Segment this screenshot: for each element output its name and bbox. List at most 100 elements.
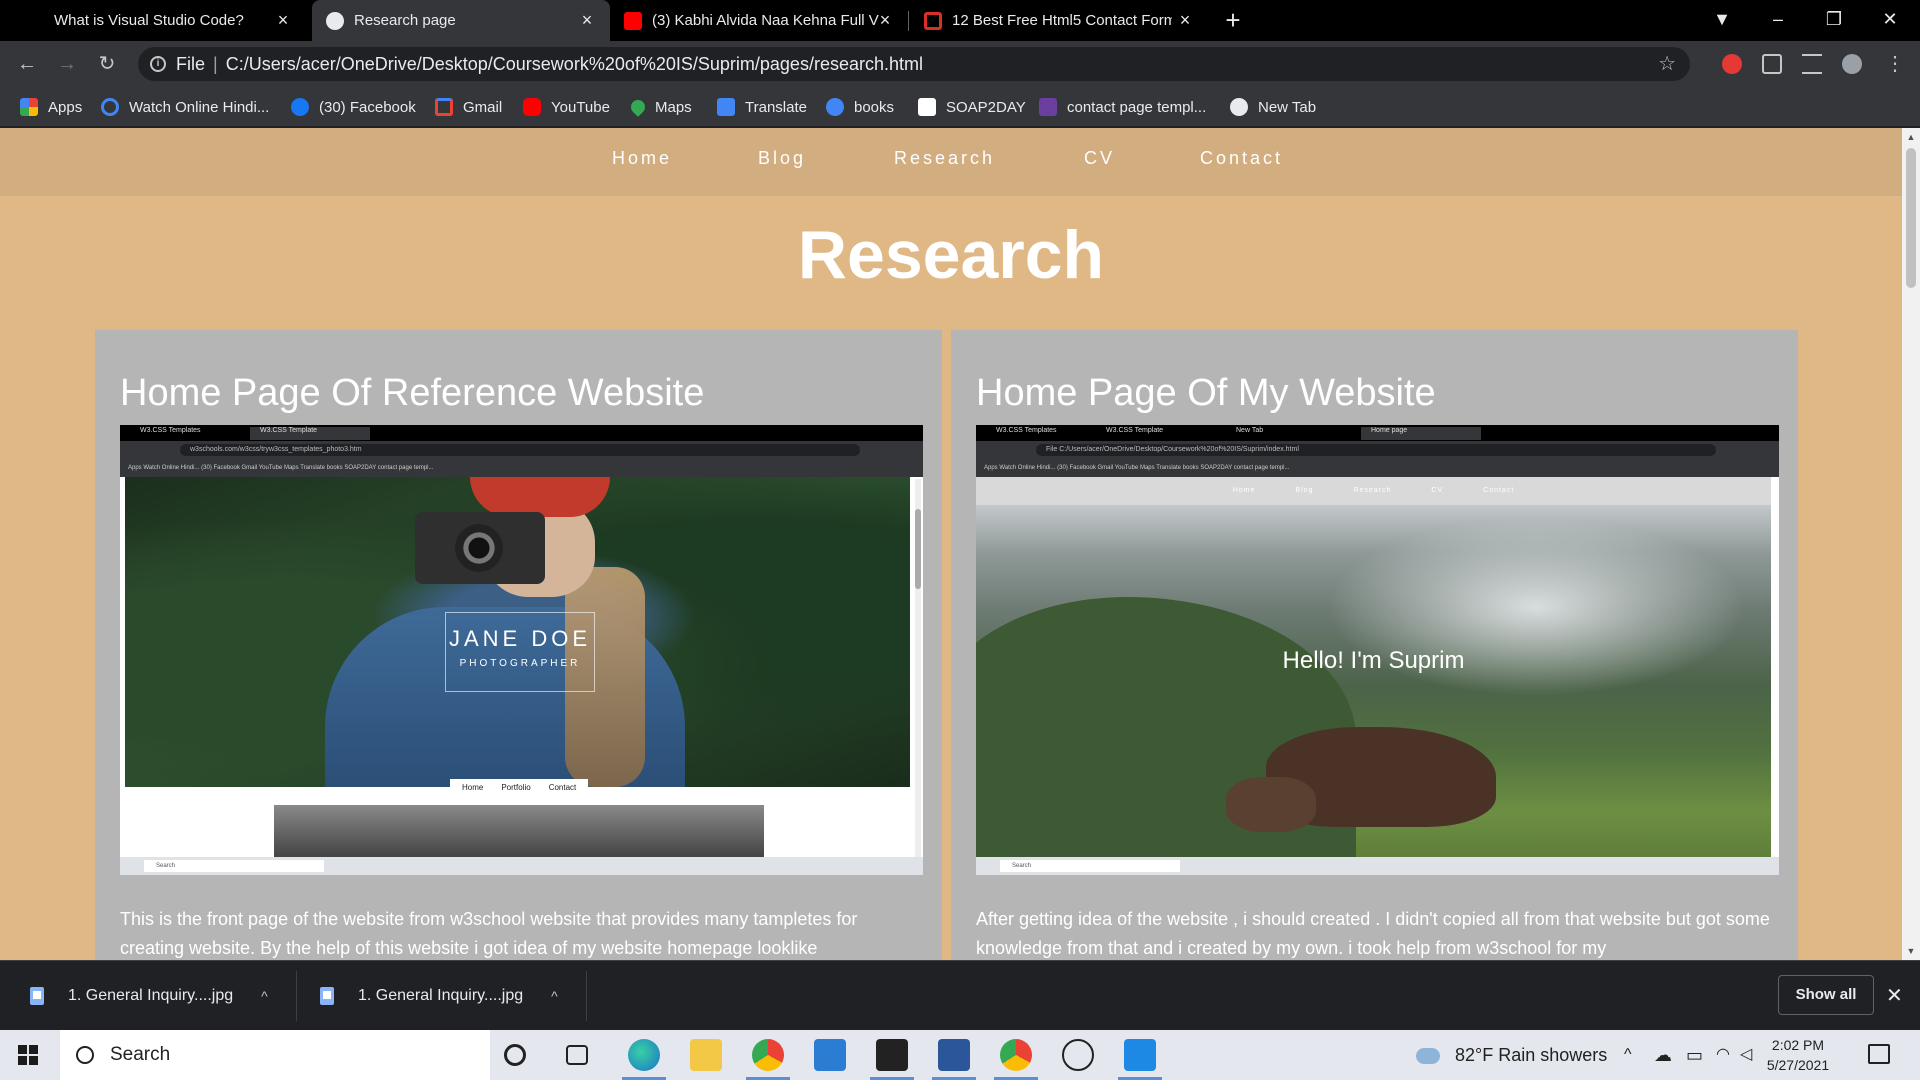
show-all-button[interactable]: Show all — [1778, 975, 1874, 1015]
weather-widget[interactable]: 82°F Rain showers — [1416, 1030, 1607, 1080]
chevron-up-icon[interactable]: ^ — [551, 988, 558, 1004]
extensions-puzzle-icon[interactable] — [1762, 54, 1782, 74]
scroll-down-arrow-icon[interactable]: ▼ — [1906, 946, 1916, 956]
download-filename: 1. General Inquiry....jpg — [68, 987, 234, 1004]
calf-shape — [1226, 777, 1316, 832]
bookmark-label: YouTube — [551, 98, 610, 116]
bookmark-facebook[interactable]: (30) Facebook — [291, 95, 416, 119]
predator-icon[interactable] — [870, 1039, 914, 1080]
bookmark-contact-page[interactable]: contact page templ... — [1039, 95, 1206, 119]
info-icon[interactable]: i — [150, 56, 166, 72]
download-item[interactable]: 1. General Inquiry....jpg ^ — [30, 977, 268, 1015]
word-icon[interactable] — [932, 1039, 976, 1080]
close-icon[interactable]: × — [272, 9, 294, 31]
bookmark-new-tab[interactable]: New Tab — [1230, 95, 1316, 119]
bookmark-star-icon[interactable]: ☆ — [1658, 51, 1676, 76]
download-item[interactable]: 1. General Inquiry....jpg ^ — [320, 977, 558, 1015]
back-button[interactable]: ← — [12, 49, 42, 79]
new-tab-button[interactable]: + — [1218, 6, 1248, 36]
bookmark-soap2day[interactable]: SOAP2DAY — [918, 95, 1026, 119]
bookmark-gmail[interactable]: Gmail — [435, 95, 502, 119]
page-scrollbar[interactable]: ▲ ▼ — [1902, 128, 1920, 960]
nav-blog-link[interactable]: Blog — [758, 148, 806, 169]
tab-title: What is Visual Studio Code? — [54, 12, 244, 29]
windows-start-icon[interactable] — [18, 1045, 38, 1065]
bookmark-books[interactable]: books — [826, 95, 894, 119]
taskbar-search-box[interactable]: Search — [60, 1030, 490, 1080]
scroll-up-arrow-icon[interactable]: ▲ — [1906, 132, 1916, 142]
volume-icon[interactable]: ◁ — [1740, 1030, 1752, 1080]
tab-youtube[interactable]: (3) Kabhi Alvida Naa Kehna Full V × — [610, 0, 908, 41]
weather-text: 82°F Rain showers — [1455, 1045, 1608, 1065]
hero-greeting: Hello! I'm Suprim — [1282, 647, 1465, 674]
address-bar[interactable]: i File | C:/Users/acer/OneDrive/Desktop/… — [138, 47, 1690, 81]
close-icon[interactable]: × — [874, 9, 896, 31]
facebook-icon — [291, 98, 309, 116]
battery-icon[interactable]: ▭ — [1686, 1030, 1703, 1080]
bookmark-maps[interactable]: Maps — [628, 95, 692, 119]
close-window-button[interactable]: ✕ — [1862, 0, 1918, 41]
scrollbar-thumb[interactable] — [1906, 148, 1916, 288]
tab-contact-form[interactable]: 12 Best Free Html5 Contact Form × — [910, 0, 1208, 41]
bookmark-translate[interactable]: Translate — [717, 95, 807, 119]
cortana-icon[interactable] — [504, 1044, 526, 1066]
emoji-feedback-icon[interactable] — [1062, 1039, 1094, 1071]
notification-center-icon[interactable] — [1868, 1044, 1890, 1064]
my-website-screenshot: W3.CSS Templates W3.CSS Template New Tab… — [976, 425, 1779, 875]
tab-vscode[interactable]: What is Visual Studio Code? × — [0, 0, 306, 41]
task-view-icon[interactable] — [566, 1045, 588, 1065]
profile-avatar[interactable] — [1842, 54, 1862, 74]
search-icon — [76, 1046, 94, 1064]
forward-button[interactable]: → — [52, 49, 82, 79]
file-explorer-icon[interactable] — [690, 1039, 722, 1071]
screenshot-taskbar: Search — [120, 857, 923, 875]
menu-icon[interactable]: ⋮ — [1880, 49, 1910, 79]
bookmark-label: New Tab — [1258, 98, 1317, 116]
edge-icon[interactable] — [622, 1039, 666, 1080]
screenshot-tab-strip: W3.CSS Templates W3.CSS Template New Tab… — [976, 425, 1779, 441]
close-icon[interactable]: ✕ — [1886, 983, 1903, 1008]
chevron-up-icon[interactable]: ^ — [261, 988, 268, 1004]
gmail-icon — [435, 98, 453, 116]
tab-title: 12 Best Free Html5 Contact Form — [952, 12, 1172, 29]
bookmark-label: Maps — [655, 98, 692, 116]
red-hat-shape — [470, 477, 610, 517]
globe-icon — [1230, 98, 1248, 116]
close-icon[interactable]: × — [576, 9, 598, 31]
bookmark-apps[interactable]: Apps — [20, 95, 82, 119]
bookmark-watch-online[interactable]: Watch Online Hindi... — [101, 95, 269, 119]
page-title: Research — [797, 217, 1105, 293]
profile-menu-icon[interactable]: ▼ — [1694, 0, 1750, 41]
bookmark-label: Gmail — [463, 98, 503, 116]
onedrive-icon[interactable]: ☁ — [1654, 1030, 1672, 1080]
nav-home-link[interactable]: Home — [612, 148, 672, 169]
url-text[interactable]: C:/Users/acer/OneDrive/Desktop/Coursewor… — [226, 54, 923, 75]
tab-research-page[interactable]: Research page × — [312, 0, 610, 41]
tab-separator — [908, 11, 909, 31]
chrome-profile-icon[interactable] — [994, 1039, 1038, 1080]
wifi-icon[interactable]: ◠ — [1716, 1030, 1730, 1080]
adblock-extension-icon[interactable] — [1722, 54, 1742, 74]
mail-icon[interactable] — [814, 1039, 846, 1071]
nav-research-link[interactable]: Research — [894, 148, 995, 169]
chevron-up-icon[interactable]: ^ — [1624, 1030, 1632, 1080]
mountain-cow-hero-image: Home Blog Research CV Contact Hello! I'm… — [976, 477, 1771, 857]
translate-icon — [717, 98, 735, 116]
close-icon[interactable]: × — [1174, 9, 1196, 31]
reload-button[interactable]: ↻ — [92, 49, 122, 79]
tab-strip: What is Visual Studio Code? × Research p… — [0, 0, 1920, 41]
bookmark-youtube[interactable]: YouTube — [523, 95, 610, 119]
nav-cv-link[interactable]: CV — [1084, 148, 1115, 169]
minimize-button[interactable]: – — [1750, 0, 1806, 41]
mini-nav-item: Contact — [548, 782, 577, 792]
soap2day-icon — [918, 98, 936, 116]
vscode-icon[interactable] — [1118, 1039, 1162, 1080]
nav-contact-link[interactable]: Contact — [1200, 148, 1283, 169]
clock-time: 2:02 PM — [1771, 1037, 1825, 1053]
chrome-icon[interactable] — [746, 1039, 790, 1080]
media-control-icon[interactable] — [1802, 54, 1822, 74]
restore-button[interactable]: ❐ — [1806, 0, 1862, 41]
youtube-icon — [624, 11, 642, 30]
download-separator — [586, 971, 587, 1021]
system-clock[interactable]: 2:02 PM 5/27/2021 — [1758, 1035, 1838, 1075]
